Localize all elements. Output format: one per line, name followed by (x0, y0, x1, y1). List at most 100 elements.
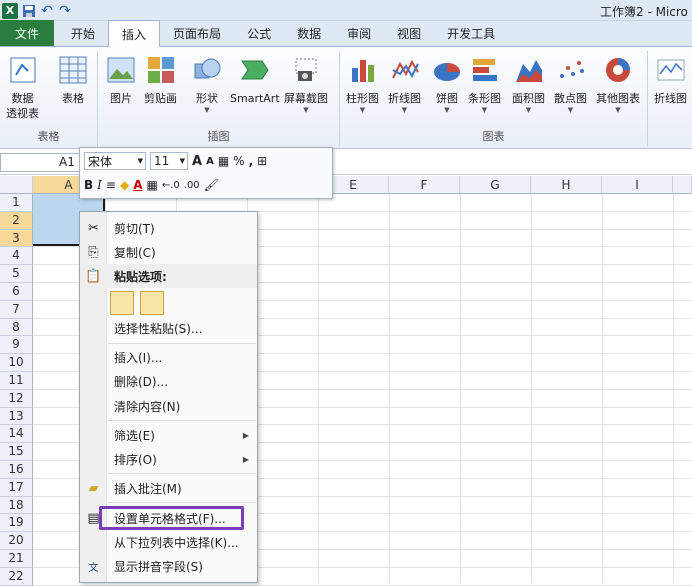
row-header[interactable]: 10 (0, 354, 33, 372)
redo-icon[interactable]: ↷ (58, 3, 72, 19)
other-charts-button[interactable]: 其他图表 ▼ (596, 55, 640, 114)
row-header[interactable]: 1 (0, 194, 33, 212)
row-header[interactable]: 14 (0, 425, 33, 444)
bar-chart-button[interactable]: 条形图 ▼ (468, 55, 501, 114)
align-center-icon[interactable]: ≡ (106, 178, 116, 192)
pivot-label-1: 数据 (11, 92, 34, 105)
line-chart-button[interactable]: 折线图 ▼ (388, 55, 421, 114)
pivot-table-button[interactable]: 数据 透视表 (6, 55, 39, 121)
tab-formulas[interactable]: 公式 (234, 20, 284, 46)
column-header[interactable]: I (602, 176, 673, 194)
tab-data[interactable]: 数据 (284, 20, 334, 46)
clipart-button[interactable]: 剪贴画 (144, 55, 177, 106)
column-header[interactable]: H (531, 176, 602, 194)
row-header[interactable]: 8 (0, 318, 33, 337)
row-header[interactable]: 4 (0, 247, 33, 266)
shapes-icon (192, 55, 222, 85)
row-header[interactable]: 17 (0, 478, 33, 497)
shapes-dropdown-icon: ▼ (204, 106, 210, 114)
shapes-button[interactable]: 形状 ▼ (192, 55, 222, 114)
smartart-icon (240, 55, 270, 85)
menu-item-label: 插入(I)... (114, 350, 163, 365)
paste-default-icon[interactable] (110, 291, 134, 315)
shrink-font-button[interactable]: A (206, 156, 214, 167)
column-header[interactable]: G (460, 176, 531, 194)
menu-item-insert[interactable]: 插入(I)... (80, 345, 257, 369)
menu-item-paste-special[interactable]: 选择性粘贴(S)... (80, 316, 257, 340)
tab-developer[interactable]: 开发工具 (434, 20, 508, 46)
excel-logo-icon[interactable]: X (2, 2, 18, 19)
accounting-format-icon[interactable]: ▦ (218, 154, 229, 168)
column-chart-button[interactable]: 柱形图 ▼ (346, 55, 379, 114)
smartart-button[interactable]: SmartArt (230, 55, 280, 106)
column-header-partial[interactable] (673, 176, 692, 194)
menu-item-paste-options: 📋 粘贴选项: (80, 264, 257, 288)
row-header[interactable]: 11 (0, 372, 33, 390)
column-header[interactable]: F (389, 176, 460, 194)
format-painter-icon[interactable]: 🖌 (204, 178, 219, 192)
tab-view[interactable]: 视图 (384, 20, 434, 46)
scatter-chart-button[interactable]: 散点图 ▼ (554, 55, 587, 114)
menu-item-phonetic[interactable]: 文 显示拼音字段(S) (80, 554, 257, 578)
pie-chart-button[interactable]: 饼图 ▼ (432, 55, 462, 114)
menu-item-filter[interactable]: 筛选(E) ▶ (80, 423, 257, 447)
grow-font-button[interactable]: A (192, 154, 202, 169)
row-header[interactable]: 21 (0, 550, 33, 568)
tab-page-layout[interactable]: 页面布局 (160, 20, 234, 46)
menu-item-label: 选择性粘贴(S)... (114, 321, 203, 336)
table-button[interactable]: 表格 (58, 55, 88, 106)
bold-button[interactable]: B (84, 178, 93, 192)
menu-item-delete[interactable]: 删除(D)... (80, 369, 257, 393)
picture-button[interactable]: 图片 (106, 55, 136, 106)
borders-icon[interactable]: ▦ (147, 178, 158, 192)
menu-separator (108, 420, 256, 421)
row-header[interactable]: 5 (0, 265, 33, 283)
row-header[interactable]: 9 (0, 336, 33, 355)
row-header[interactable]: 3 (0, 229, 33, 248)
row-header[interactable]: 20 (0, 532, 33, 550)
save-icon[interactable] (22, 3, 36, 19)
row-header[interactable]: 19 (0, 514, 33, 533)
table-label: 表格 (62, 92, 84, 105)
mini-toolbar: 宋体 ▼ 11 ▼ A A ▦ % , ⊞ B I ≡ ◆ A ▦ ←.0 .00 … (79, 147, 333, 199)
percent-button[interactable]: % (233, 154, 244, 168)
font-name-box[interactable]: 宋体 ▼ (84, 152, 146, 170)
pie-dropdown-icon: ▼ (444, 106, 450, 114)
row-header[interactable]: 15 (0, 443, 33, 461)
menu-item-clear[interactable]: 清除内容(N) (80, 394, 257, 418)
screenshot-button[interactable]: 屏幕截图 ▼ (284, 55, 328, 114)
row-header[interactable]: 12 (0, 389, 33, 408)
row-header[interactable]: 16 (0, 461, 33, 479)
menu-item-copy[interactable]: ⎘ 复制(C) (80, 240, 257, 264)
menu-item-insert-comment[interactable]: ▰ 插入批注(M) (80, 476, 257, 500)
copy-icon: ⎘ (88, 244, 99, 260)
menu-item-cut[interactable]: ✂ 剪切(T) (80, 216, 257, 240)
select-all-corner[interactable] (0, 176, 33, 194)
sparkline-line-button[interactable]: 折线图 (654, 55, 687, 106)
font-color-icon[interactable]: A (133, 178, 142, 192)
undo-icon[interactable]: ↶ (40, 3, 54, 19)
area-chart-button[interactable]: 面积图 ▼ (512, 55, 545, 114)
decrease-decimal-button[interactable]: .00 (184, 180, 200, 191)
comma-button[interactable]: , (249, 154, 254, 168)
tab-review[interactable]: 审阅 (334, 20, 384, 46)
row-header[interactable]: 18 (0, 496, 33, 515)
row-header[interactable]: 7 (0, 300, 33, 319)
menu-item-pick-from-list[interactable]: 从下拉列表中选择(K)... (80, 530, 257, 554)
row-header[interactable]: 6 (0, 283, 33, 301)
name-box[interactable]: A1 (0, 153, 80, 172)
tab-file[interactable]: 文件 (0, 20, 55, 46)
menu-item-sort[interactable]: 排序(O) ▶ (80, 447, 257, 471)
row-header[interactable]: 13 (0, 407, 33, 426)
paste-values-icon[interactable] (140, 291, 164, 315)
fill-color-icon[interactable]: ◆ (120, 178, 129, 192)
font-size-box[interactable]: 11 ▼ (150, 152, 188, 170)
merge-icon[interactable]: ⊞ (257, 154, 267, 168)
menu-item-label: 排序(O) (114, 452, 157, 467)
tab-home[interactable]: 开始 (58, 20, 108, 46)
tab-insert[interactable]: 插入 (108, 20, 161, 47)
sparkline-line-label: 折线图 (654, 92, 687, 105)
row-header[interactable]: 2 (0, 211, 33, 230)
increase-decimal-button[interactable]: ←.0 (162, 180, 180, 191)
italic-button[interactable]: I (97, 178, 102, 192)
